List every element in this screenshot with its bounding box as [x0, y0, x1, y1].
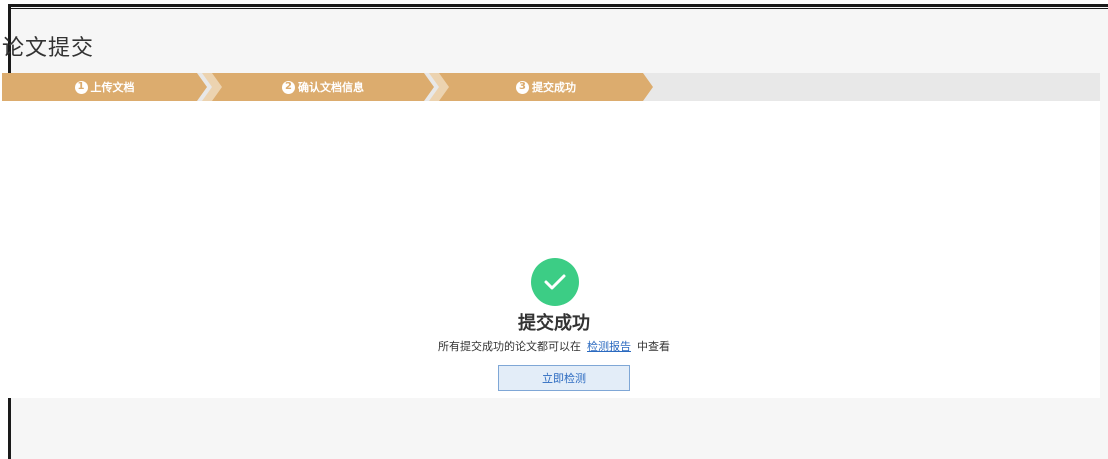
step-submit-success: 3 提交成功: [439, 73, 653, 101]
step-number: 3: [516, 80, 529, 94]
report-link[interactable]: 检测报告: [587, 340, 631, 353]
step-label: 确认文档信息: [298, 81, 364, 94]
detect-now-button[interactable]: 立即检测: [498, 365, 630, 391]
step-label: 提交成功: [532, 81, 576, 94]
step-number: 2: [282, 80, 295, 94]
step-upload: 1 上传文档: [2, 73, 207, 101]
page-title: 论文提交: [2, 36, 95, 61]
desc-text-after: 中查看: [637, 340, 670, 353]
step-confirm-info: 2 确认文档信息: [212, 73, 434, 101]
check-icon: [531, 258, 579, 306]
success-description: 所有提交成功的论文都可以在 检测报告 中查看: [0, 338, 1108, 354]
step-number: 1: [74, 80, 88, 94]
desc-text-before: 所有提交成功的论文都可以在: [438, 340, 581, 353]
step-label: 上传文档: [90, 81, 135, 94]
success-title: 提交成功: [518, 313, 590, 334]
step-progress-bar: 1 上传文档 2 确认文档信息 3 提交成功: [2, 73, 1100, 101]
